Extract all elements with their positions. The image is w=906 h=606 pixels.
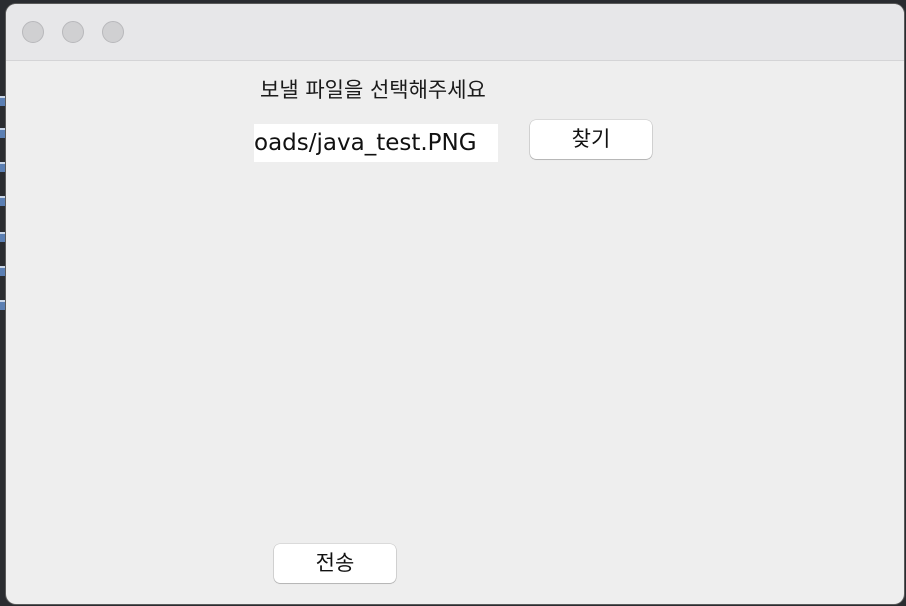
send-button[interactable]: 전송 bbox=[274, 544, 396, 583]
title-bar bbox=[6, 4, 904, 61]
file-path-value: oads/java_test.PNG bbox=[254, 130, 477, 156]
zoom-window-button[interactable] bbox=[102, 21, 124, 43]
file-path-field[interactable]: oads/java_test.PNG bbox=[254, 124, 498, 162]
select-file-prompt-label: 보낼 파일을 선택해주세요 bbox=[260, 78, 486, 102]
minimize-window-button[interactable] bbox=[62, 21, 84, 43]
file-send-window: 보낼 파일을 선택해주세요 oads/java_test.PNG 찾기 전송 bbox=[6, 4, 904, 604]
close-window-button[interactable] bbox=[22, 21, 44, 43]
find-file-button[interactable]: 찾기 bbox=[530, 120, 652, 159]
